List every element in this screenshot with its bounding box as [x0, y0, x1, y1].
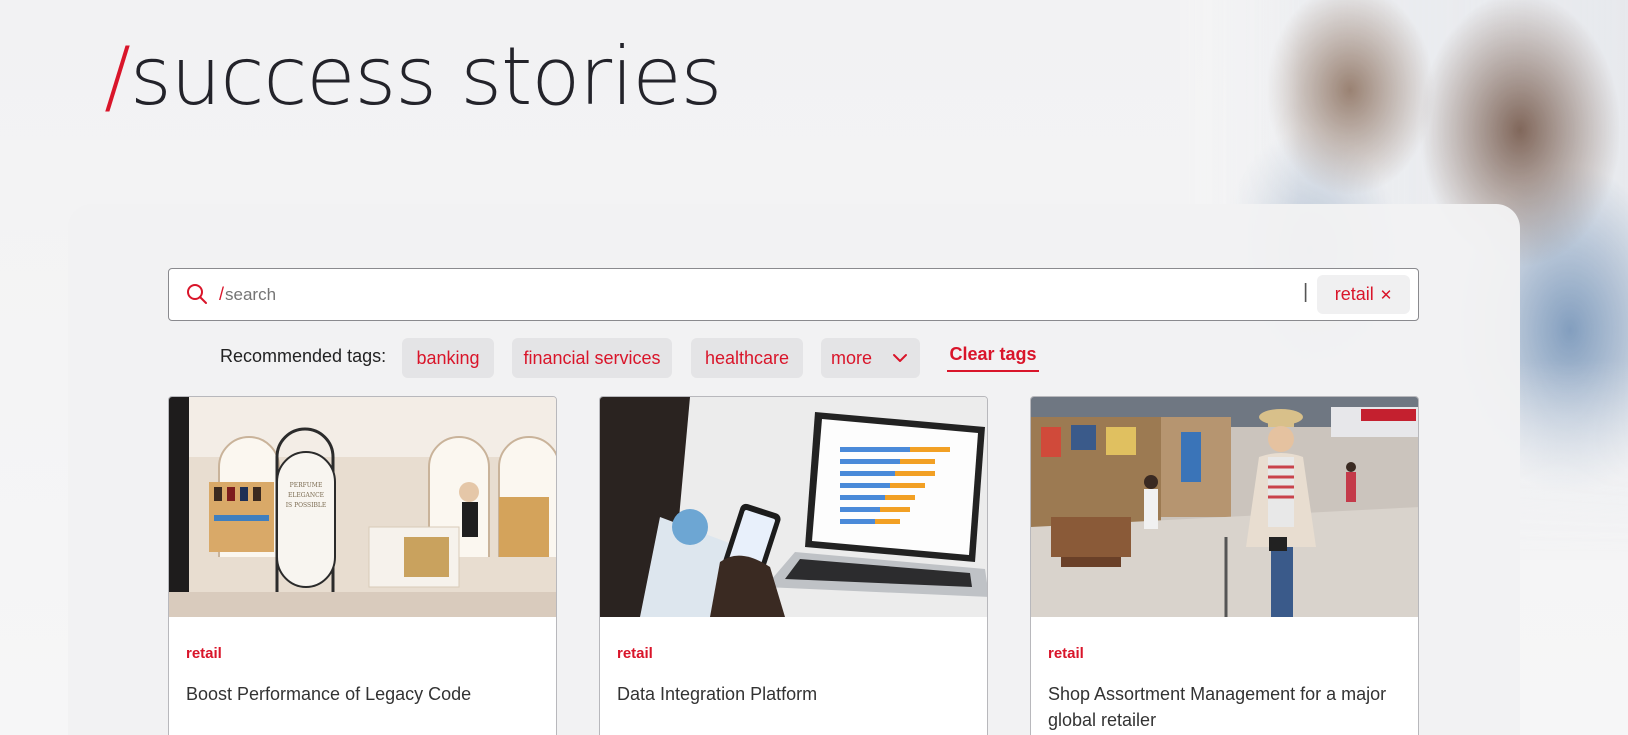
more-tags-dropdown[interactable]: more [821, 338, 920, 378]
svg-text:IS POSSIBLE: IS POSSIBLE [286, 502, 327, 509]
story-card[interactable]: PERFUME ELEGANCE IS POSSIBLE retail Boos… [168, 396, 557, 735]
search-divider: | [1303, 281, 1309, 303]
active-tag-retail[interactable]: retail ✕ [1317, 275, 1410, 314]
search-bar[interactable]: / | retail ✕ [168, 268, 1419, 321]
card-tag[interactable]: retail [1048, 645, 1084, 662]
card-image-laptop [600, 397, 987, 617]
recommended-tags-label: Recommended tags: [220, 346, 387, 366]
tag-financial-services[interactable]: financial services [512, 338, 672, 378]
card-image-airport [1031, 397, 1418, 617]
card-tag[interactable]: retail [186, 645, 222, 662]
card-title[interactable]: Boost Performance of Legacy Code [186, 681, 536, 707]
clear-tags-button[interactable]: Clear tags [947, 338, 1039, 372]
svg-text:ELEGANCE: ELEGANCE [288, 492, 324, 499]
tag-healthcare[interactable]: healthcare [691, 338, 803, 378]
title-text: success stories [129, 30, 722, 123]
search-icon[interactable] [185, 282, 209, 306]
card-image-store: PERFUME ELEGANCE IS POSSIBLE [169, 397, 556, 617]
page-title: /success stories [104, 30, 722, 123]
svg-text:PERFUME: PERFUME [290, 482, 323, 489]
chevron-down-icon [893, 354, 907, 362]
story-card[interactable]: retail Shop Assortment Management for a … [1030, 396, 1419, 735]
search-input[interactable] [217, 281, 1247, 309]
card-title[interactable]: Data Integration Platform [617, 681, 967, 707]
card-tag[interactable]: retail [617, 645, 653, 662]
more-label: more [831, 347, 873, 368]
close-icon[interactable]: ✕ [1380, 286, 1393, 304]
card-title[interactable]: Shop Assortment Management for a major g… [1048, 681, 1398, 733]
story-card[interactable]: retail Data Integration Platform [599, 396, 988, 735]
title-slash: / [104, 30, 131, 123]
tag-banking[interactable]: banking [402, 338, 494, 378]
active-tag-label: retail [1334, 284, 1374, 304]
